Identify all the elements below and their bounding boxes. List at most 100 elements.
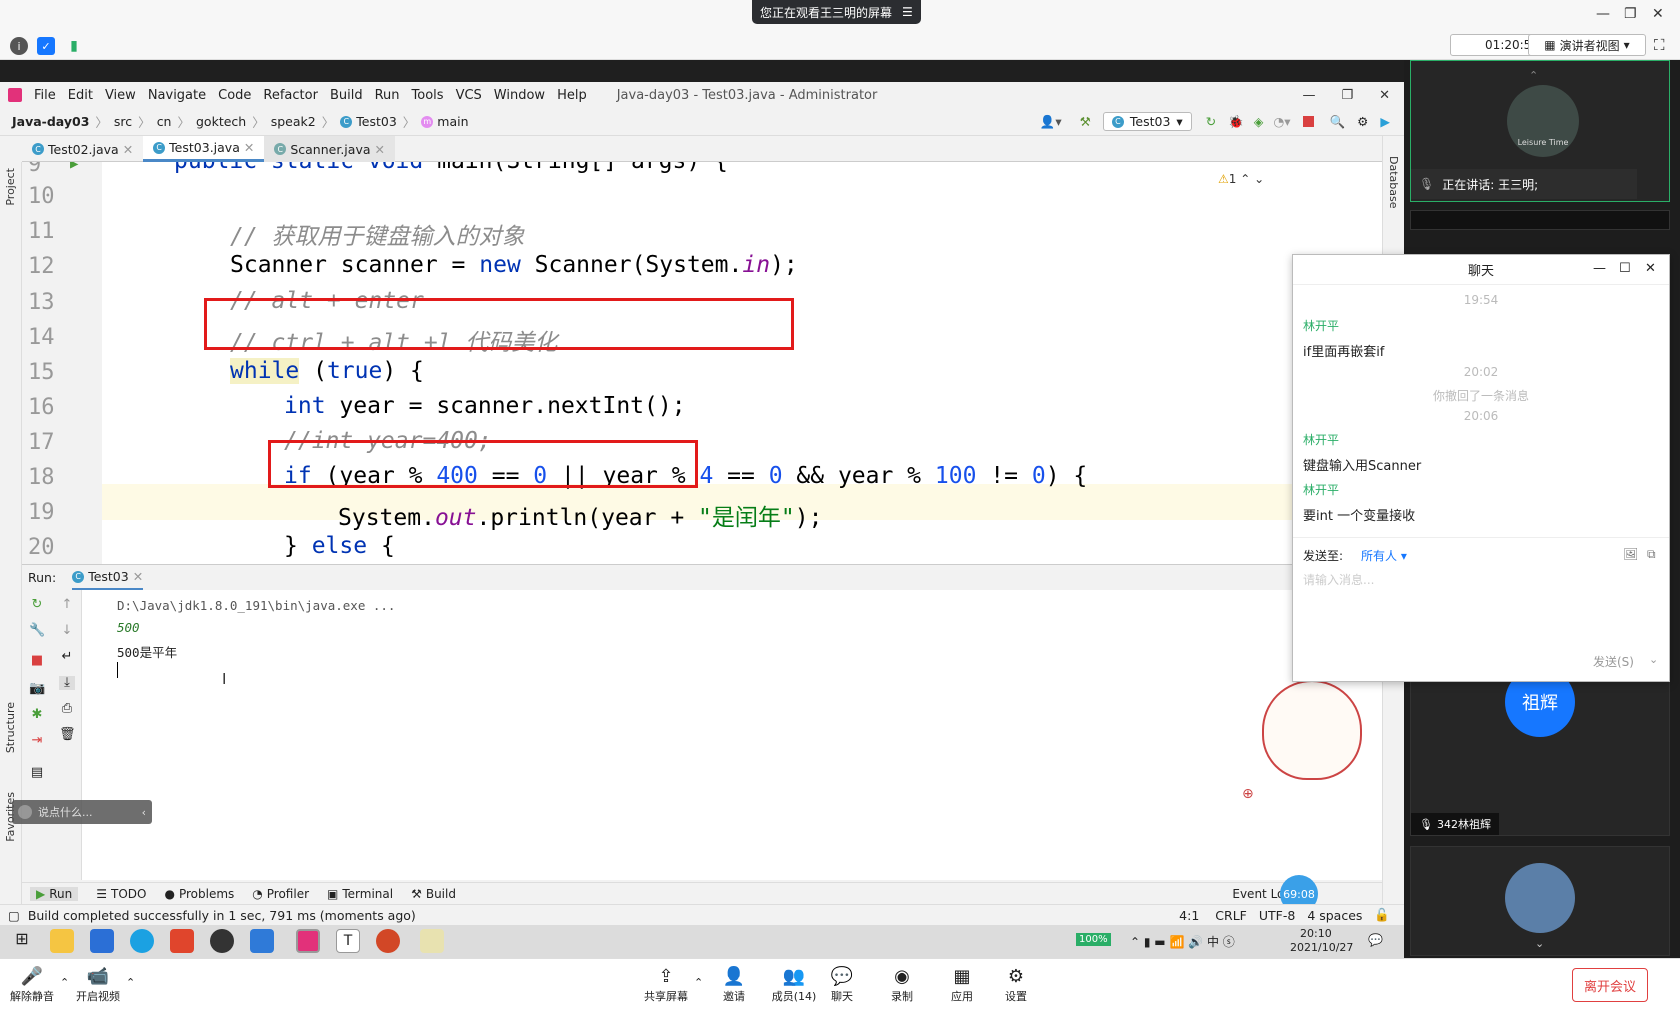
user-icon[interactable]: 👤▾ xyxy=(1040,114,1062,130)
close-icon[interactable]: ✕ xyxy=(1652,6,1664,22)
run-gutter-icon[interactable]: ▶ xyxy=(70,162,78,172)
menu-file[interactable]: File xyxy=(34,88,56,103)
scroll-end-icon[interactable]: ⤓ xyxy=(59,676,75,690)
mail-icon[interactable] xyxy=(90,929,114,953)
stop-icon[interactable]: ■ xyxy=(29,654,45,668)
menu-edit[interactable]: Edit xyxy=(68,88,93,103)
run-console[interactable]: D:\Java\jdk1.8.0_191\bin\java.exe ... 50… xyxy=(22,590,1382,880)
bottom-tab-problems[interactable]: ● Problems xyxy=(164,887,234,901)
status-position[interactable]: 4:1 xyxy=(1179,908,1199,923)
status-line-sep[interactable]: CRLF xyxy=(1215,908,1247,923)
participant-tile-presenter[interactable]: ⌃ Leisure Time 🎙 正在讲话: 王三明; xyxy=(1410,60,1670,202)
camera-icon[interactable]: 📷 xyxy=(29,682,45,696)
leave-meeting-button[interactable]: 离开会议 xyxy=(1572,968,1648,1002)
tab-test02[interactable]: C Test02.java ✕ xyxy=(22,136,143,162)
record-button[interactable]: ◉ 录制 xyxy=(878,964,926,1004)
close-tab-icon[interactable]: ✕ xyxy=(244,140,254,155)
ide-minimize-icon[interactable]: — xyxy=(1302,88,1315,103)
print-icon[interactable]: ⎙ xyxy=(59,702,75,716)
notification-icon[interactable]: 💬 xyxy=(1368,933,1383,947)
breadcrumb-speak2[interactable]: speak2 xyxy=(271,114,316,129)
menu-code[interactable]: Code xyxy=(218,88,251,103)
menu-run[interactable]: Run xyxy=(375,88,400,103)
unmute-button[interactable]: 🎤 解除静音 xyxy=(8,964,56,1004)
breadcrumb-method[interactable]: main xyxy=(437,114,468,129)
members-button[interactable]: 👥 成员(14) xyxy=(764,964,824,1004)
close-tab-icon[interactable]: ✕ xyxy=(133,569,143,584)
edge-icon[interactable] xyxy=(130,929,154,953)
menu-help[interactable]: Help xyxy=(557,88,587,103)
menu-window[interactable]: Window xyxy=(494,88,545,103)
menu-tools[interactable]: Tools xyxy=(412,88,444,103)
bottom-tab-profiler[interactable]: ◔ Profiler xyxy=(252,887,309,901)
gear-icon[interactable]: ⚙ xyxy=(1357,114,1368,129)
signal-icon[interactable]: ▮ xyxy=(65,37,83,55)
arrow-down-icon[interactable]: ↓ xyxy=(59,624,75,638)
bottom-tab-terminal[interactable]: ▣ Terminal xyxy=(327,887,393,901)
chevron-up-icon[interactable]: ⌃ xyxy=(694,976,703,989)
breadcrumb-goktech[interactable]: goktech xyxy=(196,114,246,129)
file-explorer-icon[interactable] xyxy=(50,929,74,953)
rerun-icon[interactable]: ↻ xyxy=(1206,114,1216,129)
run-tab[interactable]: C Test03 ✕ xyxy=(72,566,144,590)
menu-vcs[interactable]: VCS xyxy=(456,88,482,103)
chat-input[interactable]: 请输入消息... xyxy=(1303,571,1374,588)
menu-view[interactable]: View xyxy=(105,88,136,103)
menu-build[interactable]: Build xyxy=(330,88,363,103)
debug-icon[interactable]: ✱ xyxy=(29,708,45,722)
info-icon[interactable]: i xyxy=(10,37,28,55)
windows-start-icon[interactable]: ⊞ xyxy=(10,929,34,953)
trash-icon[interactable]: 🗑 xyxy=(59,728,76,742)
intellij-taskbar-icon[interactable] xyxy=(296,929,320,953)
tab-test03[interactable]: C Test03.java ✕ xyxy=(143,136,265,162)
apps-button[interactable]: ▦ 应用 xyxy=(938,964,986,1004)
maximize-icon[interactable]: ❐ xyxy=(1624,6,1637,22)
layout-icon[interactable]: ▤ xyxy=(29,766,45,780)
stop-icon[interactable] xyxy=(1302,116,1314,127)
minimize-icon[interactable]: — xyxy=(1596,6,1610,22)
fullscreen-icon[interactable]: ⛶ xyxy=(1654,36,1665,54)
build-hammer-icon[interactable]: ⚒ xyxy=(1080,114,1091,129)
debug-icon[interactable]: 🐞 xyxy=(1228,114,1244,130)
image-icon[interactable]: 🖼 xyxy=(1623,547,1638,561)
settings-button[interactable]: ⚙ 设置 xyxy=(992,964,1040,1004)
ide-close-icon[interactable]: ✕ xyxy=(1379,88,1390,103)
participant-tile-4[interactable]: ⌄ xyxy=(1410,846,1670,956)
breadcrumb-class[interactable]: Test03 xyxy=(356,114,397,129)
status-encoding[interactable]: UTF-8 xyxy=(1259,908,1295,923)
tray-icons[interactable]: ⌃ ▮ ▬ 📶 🔊 中 ⓢ xyxy=(1130,933,1235,950)
exit-icon[interactable]: ⇥ xyxy=(29,734,45,748)
project-tool-button[interactable]: Project xyxy=(4,168,17,206)
meeting-app-icon[interactable] xyxy=(250,929,274,953)
arrow-up-icon[interactable]: ↑ xyxy=(59,598,75,612)
tab-scanner[interactable]: C Scanner.java ✕ xyxy=(264,136,395,162)
run-config-select[interactable]: C Test03 ▾ xyxy=(1102,112,1192,131)
powerpoint-icon[interactable] xyxy=(376,929,400,953)
chat-maximize-icon[interactable]: ☐ xyxy=(1619,261,1631,276)
search-icon[interactable]: 🔍 xyxy=(1330,114,1346,130)
view-mode-dropdown[interactable]: ▦ 演讲者视图 ▾ xyxy=(1528,34,1646,56)
bottom-tab-todo[interactable]: ☰ TODO xyxy=(96,887,146,901)
chevron-down-icon[interactable]: ⌄ xyxy=(1649,653,1658,666)
screenshot-icon[interactable]: ⧉ xyxy=(1647,547,1656,562)
start-video-button[interactable]: 📹 开启视频 xyxy=(74,964,122,1004)
wrench-icon[interactable]: 🔧 xyxy=(29,624,45,638)
bottom-tab-build[interactable]: ⚒ Build xyxy=(411,887,456,901)
chat-close-icon[interactable]: ✕ xyxy=(1645,261,1656,276)
bottom-tab-run[interactable]: ▶ Run xyxy=(30,886,79,901)
lock-icon[interactable]: 🔓 xyxy=(1374,907,1390,923)
send-button[interactable]: 发送(S) xyxy=(1593,653,1634,670)
warning-indicator[interactable]: ⚠1 ⌃ ⌄ xyxy=(1218,172,1264,186)
menu-navigate[interactable]: Navigate xyxy=(148,88,206,103)
structure-tool-button[interactable]: Structure xyxy=(4,702,17,753)
chat-minimize-icon[interactable]: — xyxy=(1593,261,1606,276)
globe-icon[interactable] xyxy=(210,929,234,953)
profile-icon[interactable]: ◔▾ xyxy=(1273,114,1290,129)
typora-icon[interactable]: T xyxy=(336,929,360,953)
chevron-up-icon[interactable]: ⌃ xyxy=(60,976,69,989)
share-screen-button[interactable]: ⇪ 共享屏幕 xyxy=(642,964,690,1004)
menu-icon[interactable]: ☰ xyxy=(902,5,913,19)
chevron-up-icon[interactable]: ⌃ xyxy=(1529,69,1538,82)
close-tab-icon[interactable]: ✕ xyxy=(375,142,385,157)
taskbar-date[interactable]: 2021/10/27 xyxy=(1290,941,1353,954)
